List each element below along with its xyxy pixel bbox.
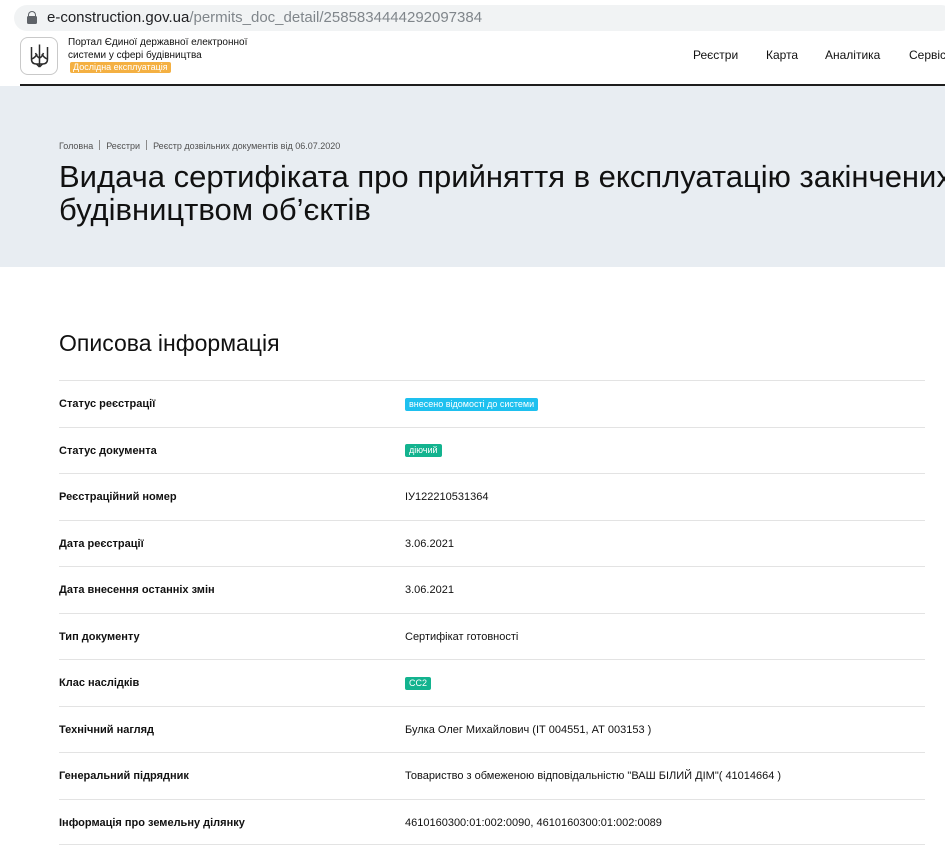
info-row-consequence-class: Клас наслідків СС2 bbox=[59, 659, 925, 706]
site-header: Портал Єдиної державної електронної сист… bbox=[0, 36, 945, 86]
breadcrumb-registries[interactable]: Реєстри bbox=[106, 141, 140, 151]
row-label: Генеральний підрядник bbox=[59, 770, 189, 782]
info-row-technical-supervision: Технічний нагляд Булка Олег Михайлович (… bbox=[59, 705, 925, 753]
nav-service[interactable]: Сервіс bbox=[909, 47, 945, 63]
row-value: ІУ122210531364 bbox=[405, 491, 489, 503]
info-row-registration-number: Реєстраційний номер ІУ122210531364 bbox=[59, 473, 925, 520]
row-value: 3.06.2021 bbox=[405, 584, 454, 596]
registration-status-badge: внесено відомості до системи bbox=[405, 397, 539, 411]
page-title: Видача сертифіката про прийняття в експл… bbox=[59, 159, 945, 227]
breadcrumb-permits-registry[interactable]: Реєстр дозвільних документів від 06.07.2… bbox=[153, 141, 340, 151]
info-row-document-status: Статус документа діючий bbox=[59, 426, 925, 474]
lock-icon[interactable] bbox=[27, 11, 37, 24]
row-label: Дата реєстрації bbox=[59, 537, 144, 550]
url-path: /permits_doc_detail/2585834444292097384 bbox=[189, 9, 483, 26]
nav-registries[interactable]: Реєстри bbox=[693, 47, 738, 63]
row-value: 4610160300:01:002:0090, 4610160300:01:00… bbox=[405, 816, 662, 829]
row-label: Статус реєстрації bbox=[59, 398, 156, 410]
info-row-registration-status: Статус реєстрації внесено відомості до с… bbox=[59, 380, 925, 427]
row-label: Тип документу bbox=[59, 630, 140, 643]
hero-section: Головна Реєстри Реєстр дозвільних документ… bbox=[0, 86, 945, 267]
breadcrumb-separator bbox=[146, 140, 148, 150]
breadcrumb: Головна Реєстри Реєстр дозвільних документ… bbox=[59, 140, 340, 152]
row-label: Клас наслідків bbox=[59, 677, 140, 689]
info-table: Статус реєстрації внесено відомості до с… bbox=[59, 380, 925, 845]
row-value: діючий bbox=[405, 428, 442, 474]
breadcrumb-home[interactable]: Головна bbox=[59, 141, 93, 151]
row-value: 3.06.2021 bbox=[405, 537, 454, 550]
nav-analytics[interactable]: Аналітика bbox=[825, 47, 880, 63]
row-value: Булка Олег Михайлович (ІТ 004551, АТ 003… bbox=[405, 723, 652, 736]
info-row-last-change-date: Дата внесення останніх змін 3.06.2021 bbox=[59, 566, 925, 613]
row-label: Реєстраційний номер bbox=[59, 491, 177, 503]
nav-map[interactable]: Карта bbox=[766, 47, 798, 63]
top-navigation: Реєстри Карта Аналітика Сервіс bbox=[0, 47, 945, 67]
row-value: Товариство з обмеженою відповідальністю … bbox=[405, 770, 782, 782]
browser-address-bar: e-construction.gov.ua/permits_doc_detail… bbox=[0, 0, 945, 36]
row-label: Інформація про земельну ділянку bbox=[59, 816, 245, 829]
section-title: Описова інформація bbox=[59, 330, 280, 356]
info-row-land-plot: Інформація про земельну ділянку 46101603… bbox=[59, 798, 925, 845]
url-host: e-construction.gov.ua bbox=[47, 9, 190, 26]
info-row-general-contractor: Генеральний підрядник Товариство з обмеж… bbox=[59, 752, 925, 799]
document-status-badge: діючий bbox=[405, 444, 442, 458]
info-row-registration-date: Дата реєстрації 3.06.2021 bbox=[59, 519, 925, 567]
breadcrumb-separator bbox=[99, 140, 101, 150]
row-value: СС2 bbox=[405, 660, 432, 706]
consequence-class-badge: СС2 bbox=[405, 676, 432, 690]
row-label: Дата внесення останніх змін bbox=[59, 584, 215, 596]
row-value: внесено відомості до системи bbox=[405, 381, 539, 427]
row-label: Технічний нагляд bbox=[59, 723, 155, 736]
row-value: Сертифікат готовності bbox=[405, 630, 519, 643]
row-label: Статус документа bbox=[59, 444, 157, 457]
url-text[interactable]: e-construction.gov.ua/permits_doc_detail… bbox=[47, 9, 482, 27]
info-row-document-type: Тип документу Сертифікат готовності bbox=[59, 612, 925, 660]
